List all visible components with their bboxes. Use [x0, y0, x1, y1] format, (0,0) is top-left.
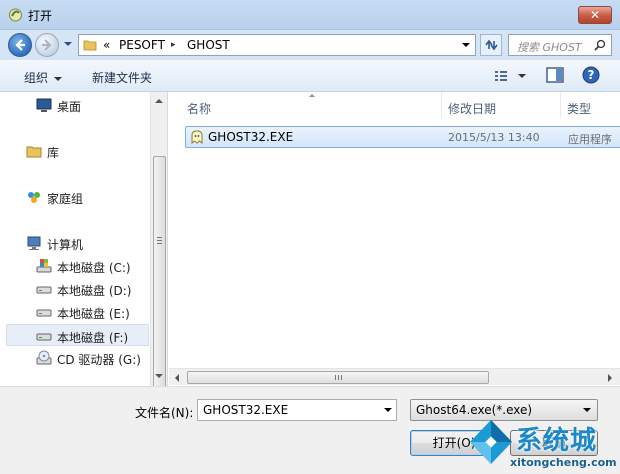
back-arrow-icon: [15, 39, 25, 51]
search-icon[interactable]: [594, 39, 606, 51]
nav-item-drive-e[interactable]: 本地磁盘 (E:): [36, 301, 146, 323]
library-icon: [26, 146, 42, 158]
column-header-label: 名称: [187, 102, 212, 116]
app-icon: [9, 8, 22, 22]
nav-item-label: 本地磁盘 (C:): [57, 261, 131, 275]
horizontal-scrollbar[interactable]: [169, 368, 620, 385]
search-input[interactable]: 搜索 GHOST: [508, 34, 612, 56]
watermark-brand: 系统城: [516, 426, 598, 456]
svg-text:?: ?: [588, 68, 595, 82]
forward-button[interactable]: [35, 33, 59, 57]
nav-item-drive-c[interactable]: 本地磁盘 (C:): [36, 255, 146, 277]
drive-icon: [36, 286, 52, 294]
organize-button[interactable]: 组织: [24, 69, 63, 86]
scroll-up-icon[interactable]: [155, 99, 163, 103]
close-button[interactable]: ✕: [578, 6, 612, 24]
command-bar: 组织 新建文件夹 ?: [0, 60, 620, 92]
grip-line: [157, 243, 162, 244]
file-name: GHOST32.EXE: [208, 130, 294, 144]
nav-item-drive-d[interactable]: 本地磁盘 (D:): [36, 278, 146, 300]
breadcrumb-pesoft[interactable]: PESOFT: [119, 38, 165, 52]
nav-item-desktop[interactable]: 桌面: [36, 94, 146, 116]
desktop-icon: [36, 98, 52, 112]
nav-item-label: CD 驱动器 (G:): [57, 353, 141, 367]
column-header-label: 类型: [567, 102, 592, 116]
nav-item-computer[interactable]: 计算机: [26, 232, 146, 254]
back-button[interactable]: [8, 33, 32, 57]
view-options-icon[interactable]: [494, 69, 508, 83]
file-type: 应用程序: [568, 133, 612, 146]
watermark-url: xitongcheng.com: [510, 456, 617, 469]
scroll-down-icon[interactable]: [155, 374, 163, 378]
nav-item-label: 家庭组: [47, 192, 84, 206]
filter-dropdown-icon: [583, 408, 591, 412]
file-list: 名称 修改日期 类型 GHOST32.EXE 2015/5/13 13:40 应…: [169, 92, 620, 386]
grip-line: [157, 237, 162, 238]
new-folder-label: 新建文件夹: [92, 71, 153, 85]
nav-item-label: 桌面: [57, 100, 82, 114]
view-dropdown-icon[interactable]: [518, 74, 526, 78]
drive-icon: [36, 309, 52, 317]
nav-item-label: 计算机: [47, 238, 84, 252]
grip-line: [335, 375, 336, 380]
filename-field[interactable]: GHOST32.EXE: [197, 399, 397, 421]
address-row: « PESOFT ▸ GHOST 搜索 GHOST: [0, 30, 620, 60]
ghost-app-icon: [191, 130, 203, 145]
refresh-icon: [485, 39, 498, 51]
table-row[interactable]: GHOST32.EXE 2015/5/13 13:40 应用程序: [185, 126, 620, 148]
address-bar[interactable]: « PESOFT ▸ GHOST: [78, 34, 476, 56]
horizontal-scroll-thumb[interactable]: [187, 371, 489, 384]
nav-scrollbar[interactable]: [150, 92, 167, 414]
nav-item-drive-f[interactable]: 本地磁盘 (F:): [6, 324, 149, 346]
homegroup-icon: [28, 192, 40, 203]
filename-dropdown-icon[interactable]: [384, 408, 392, 412]
nav-item-library[interactable]: 库: [26, 140, 146, 162]
drive-icon: [36, 333, 52, 341]
folder-icon: [83, 40, 97, 51]
forward-arrow-icon: [42, 39, 52, 51]
nav-item-homegroup[interactable]: 家庭组: [26, 186, 146, 208]
help-icon[interactable]: ?: [582, 66, 600, 84]
column-header-label: 修改日期: [448, 102, 497, 116]
filename-value: GHOST32.EXE: [203, 403, 289, 417]
chevron-down-icon: [54, 76, 63, 81]
nav-item-label: 本地磁盘 (F:): [57, 331, 129, 345]
filter-value: Ghost64.exe(*.exe): [416, 403, 533, 417]
file-modified: 2015/5/13 13:40: [448, 131, 540, 144]
computer-icon: [27, 236, 41, 250]
new-folder-button[interactable]: 新建文件夹: [92, 69, 152, 86]
organize-label: 组织: [24, 71, 49, 85]
nav-item-label: 本地磁盘 (E:): [57, 307, 130, 321]
nav-item-cd-drive-g[interactable]: CD 驱动器 (G:): [36, 347, 146, 369]
cd-drive-icon: [36, 350, 52, 365]
grip-line: [157, 240, 162, 241]
recent-locations-dropdown-icon[interactable]: [63, 38, 73, 50]
breadcrumb-separator-icon[interactable]: ▸: [171, 40, 176, 50]
watermark-logo: [470, 420, 512, 464]
window-title: 打开: [28, 9, 53, 23]
grip-line: [341, 375, 342, 380]
column-header-type[interactable]: 类型: [567, 92, 620, 118]
address-dropdown-icon[interactable]: [461, 40, 471, 50]
system-drive-icon: [36, 259, 52, 273]
refresh-button[interactable]: [480, 34, 502, 56]
column-divider[interactable]: [441, 92, 442, 118]
filename-label: 文件名(N):: [135, 406, 194, 420]
scroll-right-icon[interactable]: [608, 374, 612, 382]
breadcrumb-ghost[interactable]: GHOST: [187, 38, 230, 52]
sort-ascending-icon: [309, 94, 315, 97]
navigation-pane: 桌面 库 家庭组 计算机 本地磁盘 (C:) 本地磁盘 (D:) 本地磁盘 (E…: [0, 92, 168, 414]
nav-item-label: 库: [47, 146, 60, 160]
column-divider[interactable]: [560, 92, 561, 118]
preview-pane-icon[interactable]: [546, 67, 564, 83]
title-bar: 打开 ✕: [0, 0, 620, 30]
grip-line: [338, 375, 339, 380]
breadcrumb-overflow[interactable]: «: [103, 38, 110, 52]
scroll-left-icon[interactable]: [175, 374, 179, 382]
search-placeholder: 搜索 GHOST: [517, 41, 582, 54]
nav-item-label: 本地磁盘 (D:): [57, 284, 132, 298]
column-header-date[interactable]: 修改日期: [448, 92, 558, 118]
